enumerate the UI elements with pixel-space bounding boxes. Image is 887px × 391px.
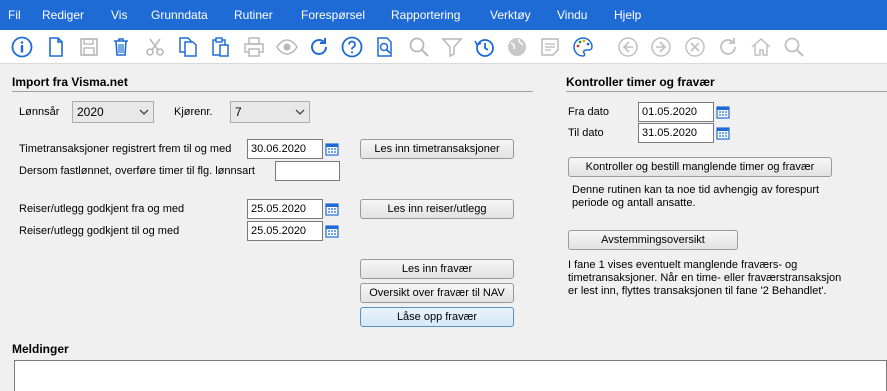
print-icon[interactable] xyxy=(242,35,266,59)
menu-hjelp[interactable]: Hjelp xyxy=(614,8,641,22)
menu-vis[interactable]: Vis xyxy=(111,8,127,22)
import-section-divider xyxy=(12,91,533,92)
import-section-title: Import fra Visma.net xyxy=(12,75,128,89)
travel-to-date-field[interactable]: 25.05.2020 xyxy=(247,221,323,241)
delete-icon[interactable] xyxy=(109,35,133,59)
calendar-icon[interactable] xyxy=(716,105,730,119)
reconciliation-info-line: er lest inn, flyttes transaksjonen til f… xyxy=(568,285,827,297)
menu-bar: Fil Rediger Vis Grunndata Rutiner Foresp… xyxy=(0,0,887,30)
run-label: Kjørenr. xyxy=(174,106,213,118)
run-select-value: 7 xyxy=(235,105,242,119)
year-select[interactable]: 2020 xyxy=(72,101,154,123)
travel-to-label: Reiser/utlegg godkjent til og med xyxy=(19,225,180,237)
home-icon[interactable] xyxy=(749,35,773,59)
save-icon[interactable] xyxy=(77,35,101,59)
read-travel-expenses-button[interactable]: Les inn reiser/utlegg xyxy=(360,199,514,219)
calendar-icon[interactable] xyxy=(716,126,730,140)
menu-vindu[interactable]: Vindu xyxy=(557,8,587,22)
salary-type-field[interactable] xyxy=(275,161,340,181)
from-date-label: Fra dato xyxy=(568,106,609,118)
reload-icon[interactable] xyxy=(716,35,740,59)
chevron-down-icon xyxy=(139,109,149,115)
control-section-title: Kontroller timer og fravær xyxy=(566,75,715,89)
menu-foresporsel[interactable]: Forespørsel xyxy=(301,8,365,22)
preview-icon[interactable] xyxy=(275,35,299,59)
from-date-field[interactable]: 01.05.2020 xyxy=(638,102,714,122)
fixed-salary-label: Dersom fastlønnet, overføre timer til fl… xyxy=(19,165,255,177)
to-date-label: Til dato xyxy=(568,127,604,139)
year-label: Lønnsår xyxy=(19,106,60,118)
travel-from-label: Reiser/utlegg godkjent fra og med xyxy=(19,203,185,215)
reconciliation-info-line: timetransaksjoner. Når en time- eller fr… xyxy=(568,272,842,284)
calendar-icon[interactable] xyxy=(325,142,339,156)
read-time-transactions-button[interactable]: Les inn timetransaksjoner xyxy=(360,139,514,159)
menu-rediger[interactable]: Rediger xyxy=(42,8,84,22)
check-and-order-button[interactable]: Kontroller og bestill manglende timer og… xyxy=(568,157,832,177)
unlock-absence-button[interactable]: Låse opp fravær xyxy=(360,307,514,327)
copy-icon[interactable] xyxy=(176,35,200,59)
to-date-field[interactable]: 31.05.2020 xyxy=(638,123,714,143)
time-transactions-label: Timetransaksjoner registrert frem til og… xyxy=(19,143,232,155)
year-select-value: 2020 xyxy=(77,105,104,119)
menu-fil[interactable]: Fil xyxy=(8,8,21,22)
forward-icon[interactable] xyxy=(649,35,673,59)
new-document-icon[interactable] xyxy=(44,35,68,59)
cancel-icon[interactable] xyxy=(683,35,707,59)
reconciliation-overview-button[interactable]: Avstemmingsoversikt xyxy=(568,230,738,250)
control-section-divider xyxy=(566,91,887,92)
messages-title: Meldinger xyxy=(12,342,69,356)
notes-icon[interactable] xyxy=(538,35,562,59)
menu-rapportering[interactable]: Rapportering xyxy=(391,8,460,22)
search-help-icon[interactable] xyxy=(373,35,397,59)
palette-icon[interactable] xyxy=(571,35,595,59)
check-info-line: Denne rutinen kan ta noe tid avhengig av… xyxy=(572,184,820,196)
toolbar xyxy=(0,30,887,64)
refresh-icon[interactable] xyxy=(307,35,331,59)
absence-nav-overview-button[interactable]: Oversikt over fravær til NAV xyxy=(360,283,514,303)
menu-rutiner[interactable]: Rutiner xyxy=(234,8,273,22)
travel-from-date-field[interactable]: 25.05.2020 xyxy=(247,199,323,219)
messages-panel[interactable] xyxy=(14,360,887,391)
run-select[interactable]: 7 xyxy=(230,101,310,123)
search-icon[interactable] xyxy=(407,35,431,59)
time-transactions-date-field[interactable]: 30.06.2020 xyxy=(247,139,323,159)
calendar-icon[interactable] xyxy=(325,202,339,216)
read-absence-button[interactable]: Les inn fravær xyxy=(360,259,514,279)
calendar-icon[interactable] xyxy=(325,224,339,238)
filter-icon[interactable] xyxy=(440,35,464,59)
menu-grunndata[interactable]: Grunndata xyxy=(151,8,208,22)
history-icon[interactable] xyxy=(472,35,496,59)
paste-icon[interactable] xyxy=(209,35,233,59)
info-icon[interactable] xyxy=(10,35,34,59)
back-icon[interactable] xyxy=(616,35,640,59)
help-icon[interactable] xyxy=(340,35,364,59)
menu-verktoy[interactable]: Verktøy xyxy=(490,8,531,22)
find-icon[interactable] xyxy=(782,35,806,59)
chevron-down-icon xyxy=(295,109,305,115)
reconciliation-info-text: I fane 1 vises eventuelt manglende fravæ… xyxy=(568,259,841,298)
globe-icon[interactable] xyxy=(505,35,529,59)
check-info-line: periode og antall ansatte. xyxy=(572,197,696,209)
reconciliation-info-line: I fane 1 vises eventuelt manglende fravæ… xyxy=(568,259,798,271)
check-info-text: Denne rutinen kan ta noe tid avhengig av… xyxy=(572,184,819,210)
cut-icon[interactable] xyxy=(143,35,167,59)
